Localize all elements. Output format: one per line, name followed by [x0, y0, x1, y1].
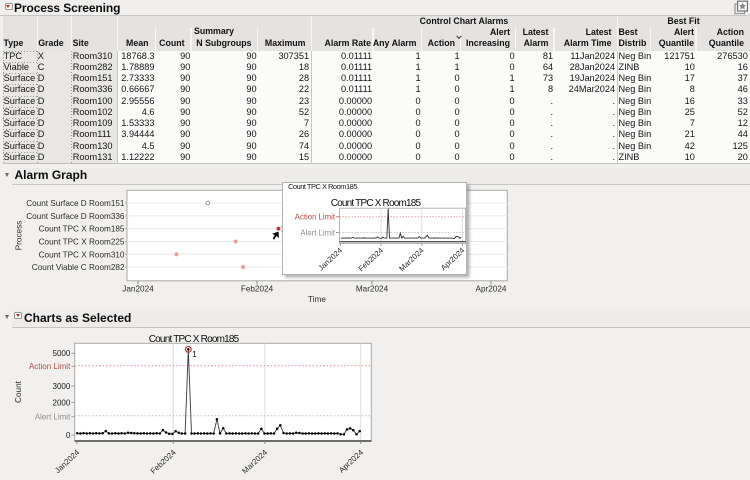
svg-text:Mar2024: Mar2024 [356, 285, 389, 294]
svg-text:Count Viable C Room282: Count Viable C Room282 [32, 263, 125, 272]
svg-text:Count: Count [14, 380, 23, 403]
svg-text:5000: 5000 [53, 349, 71, 358]
svg-text:Count TPC X Room185: Count TPC X Room185 [331, 198, 422, 209]
svg-text:Count TPC X Room310: Count TPC X Room310 [39, 250, 125, 259]
svg-text:Jan2024: Jan2024 [53, 447, 82, 475]
svg-text:Feb2024: Feb2024 [149, 447, 178, 475]
svg-text:Mar2024: Mar2024 [240, 447, 269, 475]
svg-text:Feb2024: Feb2024 [357, 245, 386, 273]
svg-text:Apr2024: Apr2024 [476, 285, 507, 294]
svg-text:Action Limit: Action Limit [295, 212, 336, 221]
svg-text:Jan2024: Jan2024 [316, 245, 344, 272]
svg-text:Alert Limit: Alert Limit [35, 413, 71, 422]
svg-text:Count TPC X Room185: Count TPC X Room185 [39, 225, 125, 234]
svg-text:Count TPC X Room185: Count TPC X Room185 [288, 183, 357, 191]
svg-text:0: 0 [66, 431, 71, 440]
svg-text:Count Surface D Room151: Count Surface D Room151 [26, 199, 125, 208]
svg-text:3000: 3000 [53, 382, 71, 391]
svg-text:Feb2024: Feb2024 [241, 285, 274, 294]
svg-text:Time: Time [308, 295, 326, 304]
svg-text:Action Limit: Action Limit [29, 362, 71, 371]
svg-text:Alert Limit: Alert Limit [300, 228, 335, 237]
svg-text:2000: 2000 [53, 398, 71, 407]
svg-text:1: 1 [192, 349, 197, 359]
svg-text:Apr2024: Apr2024 [439, 245, 467, 272]
svg-text:Count Surface D Room336: Count Surface D Room336 [26, 212, 125, 221]
svg-text:Process: Process [15, 221, 24, 251]
svg-text:Count TPC X Room225: Count TPC X Room225 [39, 238, 125, 247]
svg-text:Jan2024: Jan2024 [122, 285, 154, 294]
svg-text:Mar2024: Mar2024 [397, 245, 426, 273]
svg-text:Apr2024: Apr2024 [337, 447, 365, 474]
